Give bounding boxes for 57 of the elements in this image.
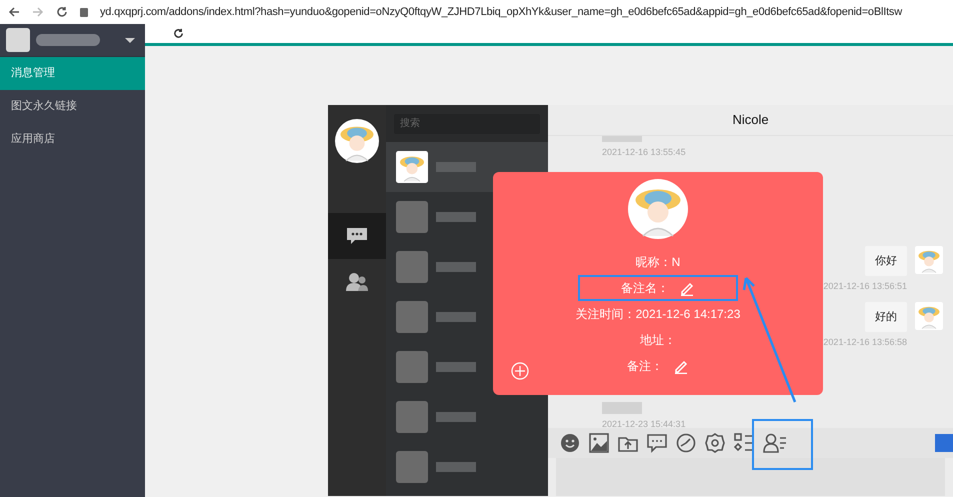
settings-icon[interactable] xyxy=(705,433,725,453)
field-text: 备注名： xyxy=(621,280,669,297)
blurred-avatar xyxy=(396,251,428,283)
field-text: 备注： xyxy=(627,358,663,375)
refresh-icon[interactable] xyxy=(173,28,184,39)
search-field[interactable]: 搜索 xyxy=(394,114,540,134)
field-text: 地址： xyxy=(640,332,676,349)
clock-icon[interactable] xyxy=(676,433,696,453)
blurred-contact-name xyxy=(436,312,476,322)
account-avatar xyxy=(6,28,30,52)
blurred-contact-name xyxy=(436,462,476,472)
blurred-contact-name xyxy=(436,412,476,422)
avatar-icon xyxy=(915,246,943,274)
avatar-icon xyxy=(396,151,428,183)
chat-title: Nicole xyxy=(548,105,953,136)
message-time: 2021-12-16 13:56:51 xyxy=(823,280,907,293)
pencil-icon[interactable] xyxy=(679,280,695,296)
url-text[interactable]: yd.qxqprj.com/addons/index.html?hash=yunduo&gopenid=oNzyQ0ftqyW_ZJHD7Lbiq_opXhYk&user_name=gh_e0d6befc65ad&appid=gh_e0d6befc65ad&fopenid=oBlItsw xyxy=(100,4,902,20)
speech-bubble-icon[interactable] xyxy=(647,433,667,453)
message-time: 2021-12-23 15:44:31 xyxy=(602,418,686,428)
avatar-icon xyxy=(915,302,943,330)
sidebar-item[interactable]: 图文永久链接 xyxy=(0,90,145,123)
blurred-contact-name xyxy=(436,212,476,222)
message-time: 2021-12-16 13:56:58 xyxy=(823,336,907,349)
blurred-contact-name xyxy=(436,262,476,272)
avatar-icon xyxy=(335,119,379,163)
message-bubble: 好的 xyxy=(865,302,907,332)
sidebar-item[interactable]: 消息管理 xyxy=(0,57,145,90)
people-icon xyxy=(346,272,368,292)
blurred-avatar xyxy=(396,451,428,483)
blurred-avatar xyxy=(396,201,428,233)
contact-card-icon[interactable] xyxy=(763,433,787,453)
image-icon[interactable] xyxy=(589,433,609,453)
back-icon[interactable] xyxy=(8,6,20,18)
blurred-avatar xyxy=(396,301,428,333)
pencil-icon[interactable] xyxy=(673,358,689,374)
add-circle-icon[interactable] xyxy=(511,362,529,380)
blurred-avatar xyxy=(396,401,428,433)
message-bubble: 你好 xyxy=(865,246,907,276)
field-text: 昵称：N xyxy=(636,254,680,271)
annotation-highlight xyxy=(752,419,813,470)
emoji-icon[interactable] xyxy=(560,433,580,453)
blurred-account-name xyxy=(36,34,100,46)
message-input[interactable] xyxy=(556,458,945,496)
blurred-contact-name xyxy=(436,162,476,172)
field-text: 关注时间：2021-12-6 14:17:23 xyxy=(576,306,740,323)
reload-icon[interactable] xyxy=(56,6,68,18)
chat-tab[interactable] xyxy=(328,213,386,259)
lock-icon xyxy=(80,8,88,16)
speech-bubble-icon xyxy=(346,227,368,245)
blurred-message xyxy=(602,402,642,414)
blurred-avatar xyxy=(396,351,428,383)
message-time: 2021-12-16 13:55:45 xyxy=(602,146,686,159)
sidebar-item[interactable]: 应用商店 xyxy=(0,123,145,156)
grid-list-icon[interactable] xyxy=(734,433,754,453)
blurred-contact-name xyxy=(436,362,476,372)
dropdown-caret-icon[interactable] xyxy=(125,38,135,42)
